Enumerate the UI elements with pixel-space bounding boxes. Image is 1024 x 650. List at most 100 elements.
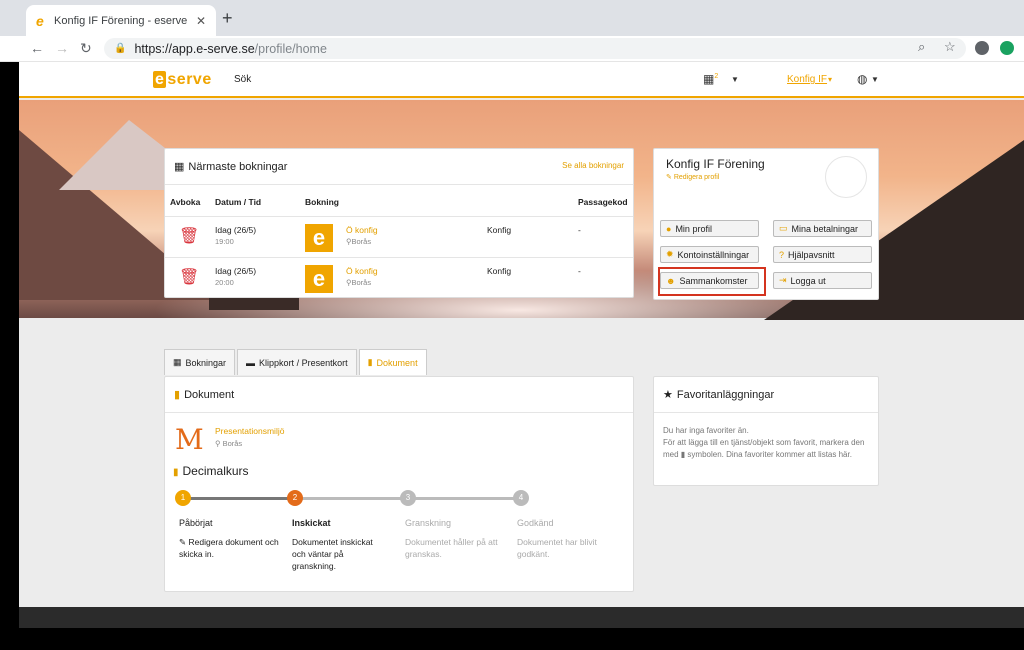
calendar-icon: ▦: [173, 357, 182, 367]
button-label: Logga ut: [790, 275, 826, 286]
tab-klippkort[interactable]: ▬ Klippkort / Presentkort: [237, 349, 357, 375]
url-input[interactable]: 🔒 https://app.e-serve.se/profile/home: [104, 38, 966, 59]
booking-logo: e: [305, 265, 333, 293]
favorites-empty-text: Du har inga favoriter än. För att lägga …: [663, 425, 875, 461]
search-link[interactable]: Sök: [234, 74, 251, 85]
favorites-card: ★ Favoritanläggningar Du har inga favori…: [653, 376, 879, 486]
forward-icon[interactable]: →: [55, 40, 69, 56]
profile-card: Konfig IF Förening ✎ Redigera profil ● Mi…: [653, 148, 879, 300]
location-text: Borås: [222, 439, 243, 448]
tab-label: Dokument: [376, 357, 418, 368]
tab-bokningar[interactable]: ▦ Bokningar: [164, 349, 236, 375]
document-card: ▮ Dokument M Presentationsmiljö ⚲ Borås …: [164, 376, 634, 592]
trash-icon[interactable]: 🗑: [179, 267, 199, 287]
booking-logo: e: [305, 224, 333, 252]
hjalpavsnitt-button[interactable]: ? Hjälpavsnitt: [773, 246, 872, 263]
booking-code: -: [578, 266, 581, 276]
documents-icon: ▮: [367, 357, 373, 367]
booking-date: Idag (26/5): [215, 266, 257, 276]
edit-profile-link[interactable]: ✎ Redigera profil: [666, 173, 719, 181]
notification-count: 2: [714, 73, 719, 80]
booking-name-link[interactable]: Ö konfig: [346, 266, 378, 276]
tab-label: Bokningar: [185, 357, 227, 368]
booking-location-text: Borås: [351, 278, 372, 287]
eserve-logo[interactable]: e serve: [153, 71, 212, 89]
browser-tab[interactable]: e Konfig IF Förening - eserve ✕: [26, 5, 216, 36]
button-label: Min profil: [675, 223, 712, 234]
table-row: 🗑 Idag (26/5) 19:00 e Ö konfig ⚲ Borås K…: [165, 216, 633, 256]
browser-profile-icon[interactable]: [975, 41, 989, 55]
close-icon[interactable]: ✕: [196, 14, 206, 28]
building-icon[interactable]: ▦2: [703, 72, 718, 86]
step-label: Granskning: [405, 518, 452, 528]
documents-icon: ▮: [174, 389, 181, 401]
booking-code: -: [578, 225, 581, 235]
step-description: Dokumentet håller på att granskas.: [405, 537, 498, 559]
site-navbar: e serve Sök ▦2 ▼ Konfig IF ▾ ◍ ▼: [19, 62, 1024, 98]
back-icon[interactable]: ←: [30, 40, 44, 56]
booking-name-link[interactable]: Ö konfig: [346, 225, 378, 235]
credit-card-icon: ▭: [779, 223, 788, 233]
site-footer: [19, 607, 1024, 628]
eserve-favicon: e: [36, 12, 44, 29]
table-row: 🗑 Idag (26/5) 20:00 e Ö konfig ⚲ Borås K…: [165, 257, 633, 297]
logga-ut-button[interactable]: ⇥ Logga ut: [773, 272, 872, 289]
col-passagekod: Passagekod: [578, 197, 628, 207]
see-all-bookings-link[interactable]: Se alla bokningar: [562, 161, 624, 170]
button-label: Mina betalningar: [791, 223, 859, 234]
min-profil-button[interactable]: ● Min profil: [660, 220, 759, 237]
reload-icon[interactable]: ↻: [80, 40, 92, 57]
step-desc-text: Redigera dokument och skicka in.: [179, 537, 279, 559]
logo-text: serve: [167, 71, 212, 88]
bookings-title: Närmaste bokningar: [188, 160, 288, 173]
url-host: https://app.e-serve.se: [134, 41, 255, 56]
star-icon: ★: [663, 389, 673, 401]
button-label: Kontoinställningar: [677, 249, 750, 260]
booking-location: ⚲ Borås: [346, 237, 372, 246]
document-item-logo: M: [175, 423, 204, 456]
user-menu[interactable]: Konfig IF: [787, 74, 827, 85]
step-label: Godkänd: [517, 518, 554, 528]
step-label: Inskickat: [292, 518, 331, 528]
tab-title: Konfig IF Förening - eserve: [54, 14, 188, 27]
step-dot: 1: [175, 490, 191, 506]
new-tab-icon[interactable]: +: [222, 8, 233, 29]
course-title: ▮ Decimalkurs: [173, 464, 249, 478]
url-path: /profile/home: [254, 41, 327, 56]
booking-time: 20:00: [215, 278, 234, 287]
col-datum: Datum / Tid: [215, 197, 262, 207]
content-tabs: ▦ Bokningar ▬ Klippkort / Presentkort ▮ Dok…: [164, 349, 427, 375]
col-bokning: Bokning: [305, 197, 339, 207]
tab-dokument[interactable]: ▮ Dokument: [358, 349, 427, 375]
chevron-down-icon[interactable]: ▾: [828, 75, 832, 84]
favorites-title: Favoritanläggningar: [676, 388, 775, 401]
trash-icon[interactable]: 🗑: [179, 226, 199, 246]
document-item-location: ⚲ Borås: [215, 439, 243, 448]
bookmark-star-icon[interactable]: ☆: [944, 39, 956, 55]
chevron-down-icon[interactable]: ▼: [731, 75, 739, 84]
tab-label: Klippkort / Presentkort: [259, 357, 348, 368]
booking-location-text: Borås: [351, 237, 372, 246]
favorites-line2b: symbolen. Dina favoriter kommer att list…: [685, 450, 852, 459]
chevron-down-icon[interactable]: ▼: [871, 75, 879, 84]
kontoinstallningar-button[interactable]: ✹ Kontoinställningar: [660, 246, 759, 263]
mina-betalningar-button[interactable]: ▭ Mina betalningar: [773, 220, 872, 237]
step-dot: 2: [287, 490, 303, 506]
calendar-icon: ▦: [174, 161, 185, 173]
globe-icon[interactable]: ◍: [857, 72, 867, 86]
favorites-line1: Du har inga favoriter än.: [663, 426, 749, 435]
ticket-icon: ▬: [246, 357, 256, 368]
booking-date: Idag (26/5): [215, 225, 257, 235]
step-dot: 4: [513, 490, 529, 506]
extension-icon[interactable]: [1000, 41, 1014, 55]
file-icon: ▮: [173, 467, 179, 478]
avatar: [825, 156, 867, 198]
document-item-link[interactable]: Presentationsmiljö: [215, 426, 284, 436]
browser-tabbar: e Konfig IF Förening - eserve ✕ +: [0, 0, 1024, 36]
booking-type: Konfig: [487, 225, 512, 235]
step-description[interactable]: ✎ Redigera dokument och skicka in.: [179, 536, 284, 560]
logo-letter: e: [153, 71, 167, 88]
hero-background: ▦ Närmaste bokningar Se alla bokningar A…: [19, 100, 1024, 320]
zoom-icon[interactable]: ⌕: [918, 39, 925, 55]
user-icon: ●: [666, 223, 672, 234]
